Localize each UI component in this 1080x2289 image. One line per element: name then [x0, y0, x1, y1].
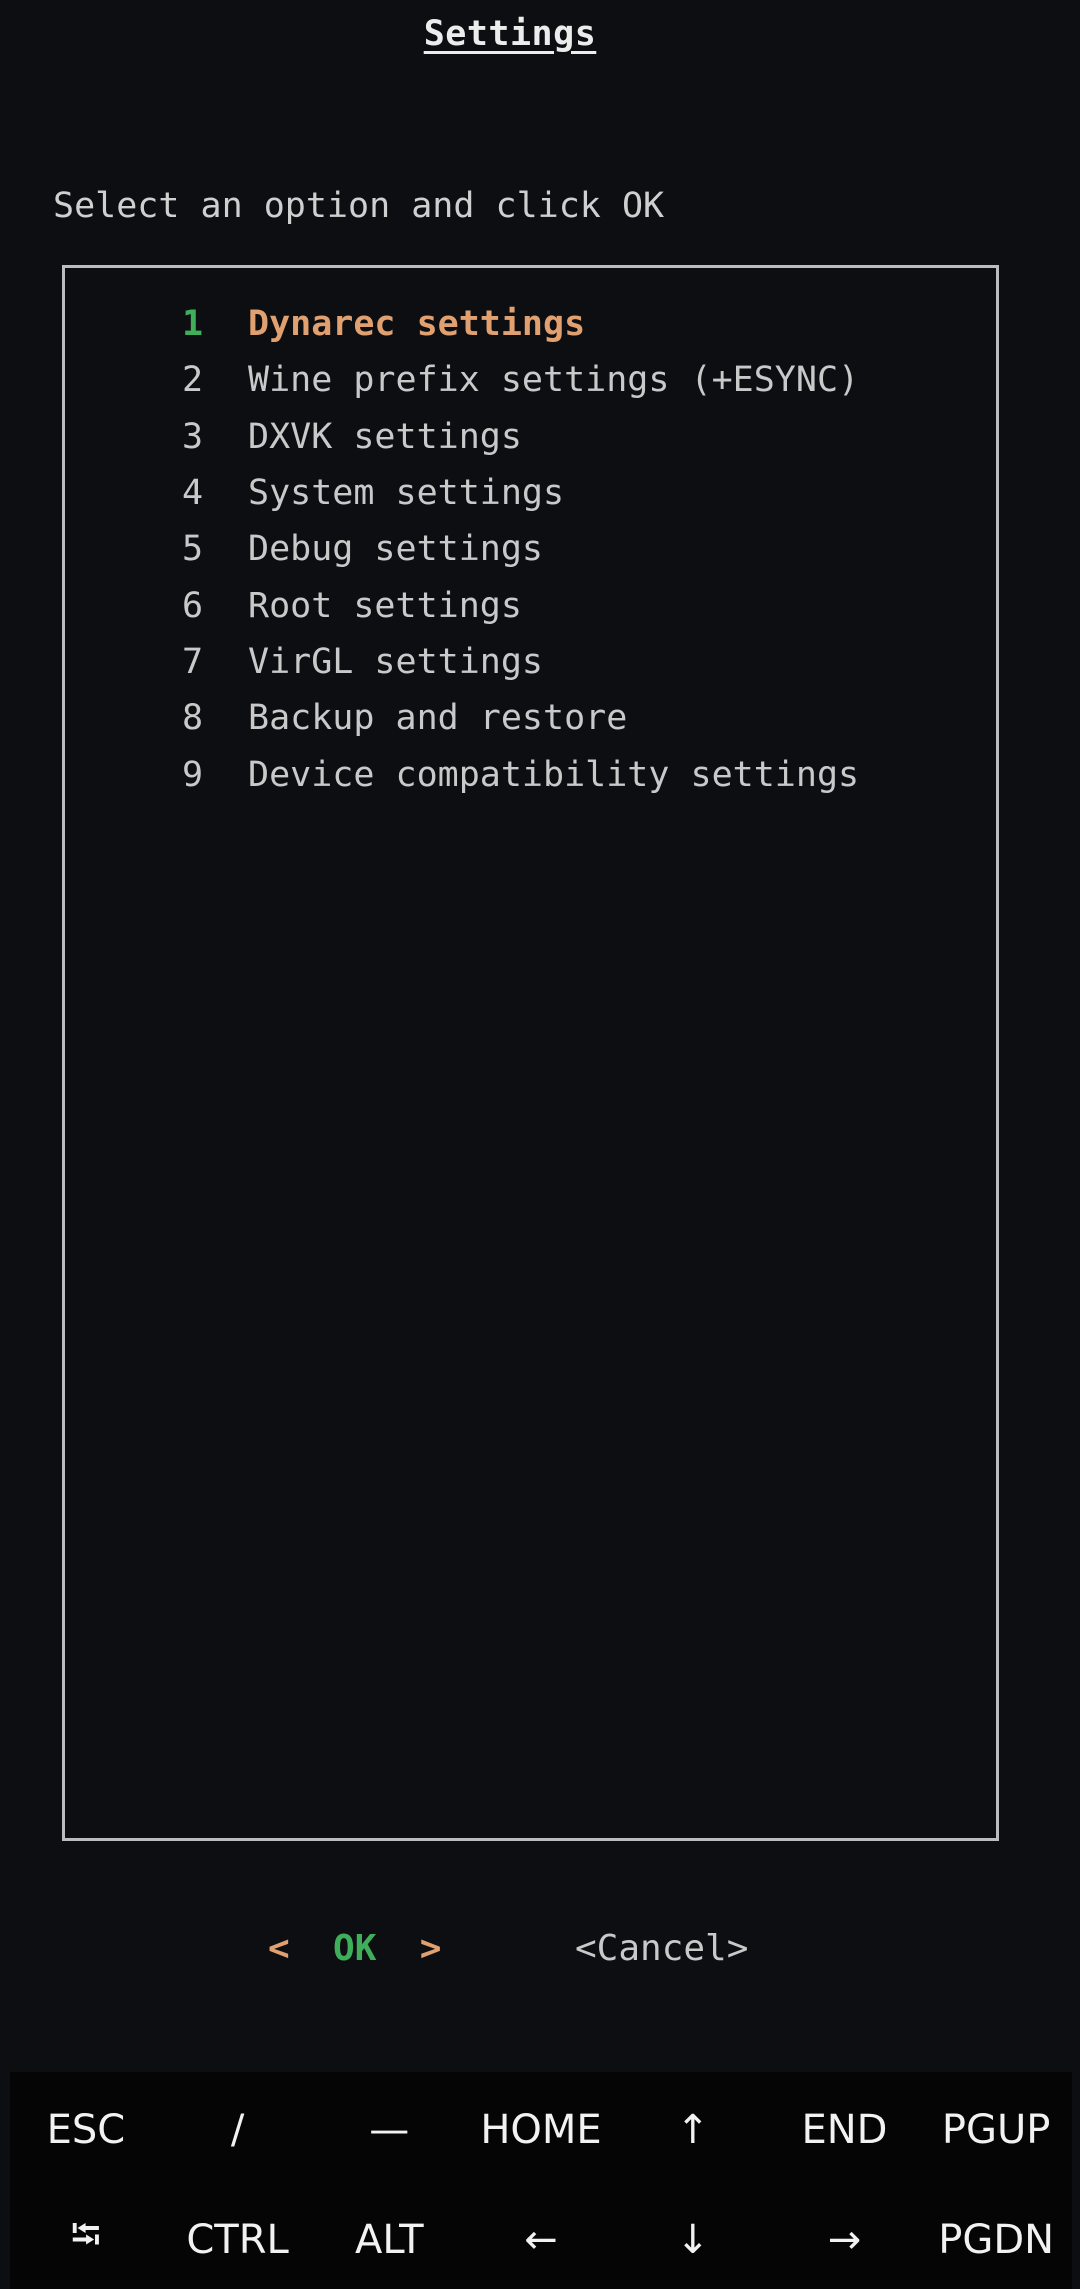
extra-keys-bar: ESC / — HOME ↑ END PGUP ⭾ CTRL ALT ← ↓ →…	[10, 2072, 1072, 2289]
menu-item-label: Backup and restore	[248, 698, 628, 739]
home-key[interactable]: HOME	[465, 2080, 617, 2180]
arrow-down-icon[interactable]: ↓	[617, 2190, 769, 2289]
ok-right-bracket: >	[419, 1928, 442, 1969]
arrow-left-icon[interactable]: ←	[465, 2190, 617, 2289]
menu-list: 1 Dynarec settings 2 Wine prefix settings …	[182, 296, 982, 803]
menu-item-debug-settings[interactable]: 5 Debug settings	[182, 521, 982, 577]
menu-item-number: 5	[182, 529, 204, 570]
menu-item-label: DXVK settings	[248, 416, 522, 457]
menu-item-virgl-settings[interactable]: 7 VirGL settings	[182, 634, 982, 690]
arrow-up-icon[interactable]: ↑	[617, 2080, 769, 2180]
menu-item-backup-and-restore[interactable]: 8 Backup and restore	[182, 690, 982, 746]
menu-item-label: Device compatibility settings	[248, 754, 860, 795]
dialog-title: Settings	[423, 14, 597, 54]
menu-item-root-settings[interactable]: 6 Root settings	[182, 577, 982, 633]
menu-item-number: 4	[182, 473, 204, 514]
menu-item-wine-prefix-settings[interactable]: 2 Wine prefix settings (+ESYNC)	[182, 352, 982, 408]
dialog-buttons: < OK > <Cancel>	[0, 1928, 1080, 1978]
menu-item-label: VirGL settings	[248, 641, 544, 682]
menu-item-dxvk-settings[interactable]: 3 DXVK settings	[182, 409, 982, 465]
menu-item-number: 2	[182, 360, 204, 401]
menu-item-number: 8	[182, 698, 204, 739]
menu-item-dynarec-settings[interactable]: 1 Dynarec settings	[182, 296, 982, 352]
menu-item-label: Dynarec settings	[248, 304, 586, 345]
menu-item-label: System settings	[248, 473, 565, 514]
menu-item-label: Root settings	[248, 585, 522, 626]
menu-item-label: Wine prefix settings (+ESYNC)	[248, 360, 860, 401]
ok-left-bracket: <	[268, 1928, 290, 1969]
extra-keys-row-2: ⭾ CTRL ALT ← ↓ → PGDN	[10, 2190, 1072, 2289]
arrow-right-icon[interactable]: →	[769, 2190, 921, 2289]
ok-button[interactable]: < OK >	[268, 1928, 441, 1969]
cancel-button[interactable]: <Cancel>	[575, 1928, 748, 1969]
esc-key[interactable]: ESC	[10, 2080, 162, 2180]
pgup-key[interactable]: PGUP	[920, 2080, 1072, 2180]
menu-item-number: 3	[182, 416, 204, 457]
menu-item-number: 9	[182, 754, 204, 795]
end-key[interactable]: END	[769, 2080, 921, 2180]
alt-key[interactable]: ALT	[313, 2190, 465, 2289]
extra-keys-row-1: ESC / — HOME ↑ END PGUP	[10, 2080, 1072, 2180]
menu-item-device-compatibility-settings[interactable]: 9 Device compatibility settings	[182, 746, 982, 802]
menu-item-label: Debug settings	[248, 529, 544, 570]
dialog-prompt: Select an option and click OK	[53, 186, 665, 226]
menu-item-number: 6	[182, 585, 204, 626]
pgdn-key[interactable]: PGDN	[920, 2190, 1072, 2289]
menu-item-number: 1	[182, 304, 204, 345]
slash-key[interactable]: /	[162, 2080, 314, 2180]
menu-item-number: 7	[182, 641, 204, 682]
menu-item-system-settings[interactable]: 4 System settings	[182, 465, 982, 521]
tab-icon[interactable]: ⭾	[10, 2190, 162, 2289]
ok-label: OK	[333, 1928, 377, 1969]
dash-key[interactable]: —	[313, 2080, 465, 2180]
ctrl-key[interactable]: CTRL	[162, 2190, 314, 2289]
